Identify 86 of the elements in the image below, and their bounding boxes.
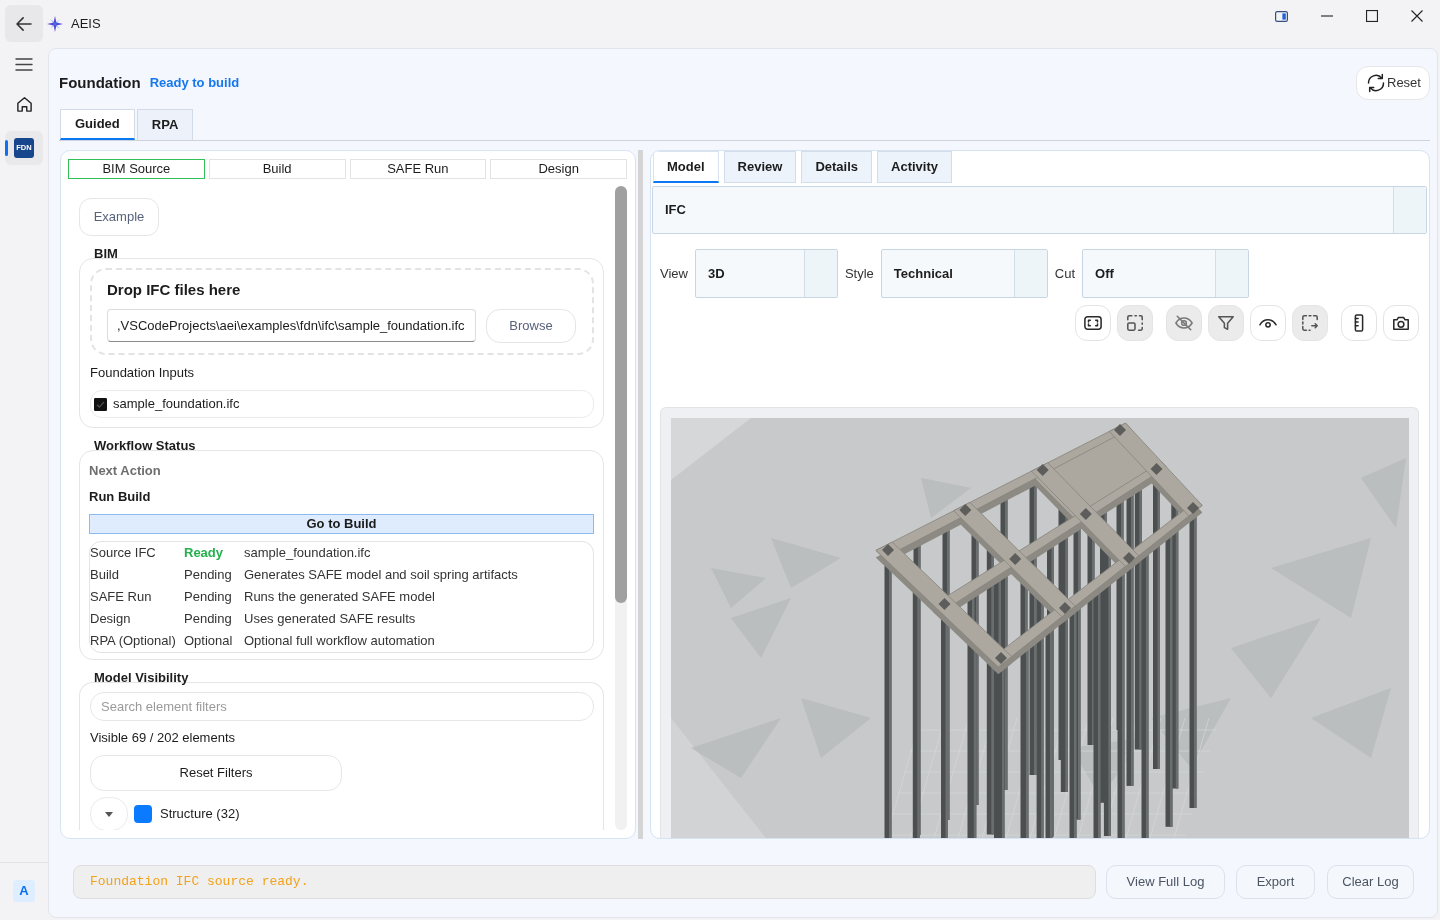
go-to-build-button[interactable]: Go to Build	[89, 514, 594, 534]
stage-detail: Uses generated SAFE results	[244, 611, 416, 627]
status-text: Optional	[184, 633, 233, 649]
tool-button[interactable]	[1383, 305, 1419, 341]
source-select[interactable]: IFC	[652, 186, 1427, 234]
stage-name: Design	[90, 611, 131, 627]
selection-indicator	[5, 140, 8, 156]
scrollbar-thumb[interactable]	[615, 186, 627, 603]
stage-name: Build	[90, 567, 119, 583]
drop-zone-title: Drop IFC files here	[107, 281, 242, 299]
maximize-icon[interactable]	[1365, 10, 1378, 22]
status-label: Ready to build	[149, 75, 240, 91]
stage-name: SAFE Run	[90, 589, 152, 605]
step-tab[interactable]: Design	[490, 159, 627, 179]
status-text: Ready	[184, 545, 224, 561]
stage-name: Source IFC	[90, 545, 156, 561]
eye-off-icon	[1175, 314, 1193, 332]
step-tab[interactable]: BIM Source	[68, 159, 205, 179]
stage-detail: sample_foundation.ifc	[244, 545, 371, 561]
frame-selection-icon	[1126, 314, 1144, 332]
file-path-field[interactable]: ,VSCodeProjects\aei\examples\fdn\ifc\sample_foundation.ifc	[107, 309, 476, 342]
log-action-button[interactable]: Export	[1236, 865, 1315, 899]
dropdown-select[interactable]: 3D	[694, 249, 838, 298]
status-text: Pending	[184, 611, 232, 627]
star-logo-icon	[47, 16, 63, 32]
file-list-item[interactable]: sample_foundation.ifc	[90, 390, 594, 418]
app-title: AEIS	[71, 16, 101, 32]
tool-button[interactable]	[1117, 305, 1153, 341]
fit-screen-icon	[1084, 314, 1102, 332]
caret-down-icon	[105, 811, 113, 817]
viewer-tab[interactable]: Details	[801, 151, 872, 183]
reset-filters-button[interactable]: Reset Filters	[90, 755, 342, 791]
group-label: Structure (32)	[160, 806, 240, 822]
select-label: View	[660, 265, 688, 282]
step-tab[interactable]: Build	[208, 159, 346, 179]
viewer-tab[interactable]: Review	[723, 151, 797, 183]
panel-toggle-icon[interactable]	[1275, 10, 1288, 22]
group-title: BIM	[94, 246, 118, 262]
group-title: Model Visibility	[94, 670, 189, 686]
tool-button[interactable]	[1292, 305, 1328, 341]
field-label: Next Action	[89, 463, 162, 479]
camera-icon	[1392, 314, 1410, 332]
file-name: sample_foundation.ifc	[113, 396, 240, 412]
back-button[interactable]	[5, 5, 43, 42]
page-title: Foundation	[59, 74, 141, 92]
log-message: Foundation IFC source ready.	[73, 865, 1096, 899]
status-text: Pending	[184, 567, 232, 583]
log-action-button[interactable]: View Full Log	[1106, 865, 1225, 899]
expand-toggle[interactable]	[90, 797, 128, 830]
step-tab[interactable]: SAFE Run	[349, 159, 487, 179]
dropdown-select[interactable]: Off	[1082, 249, 1250, 298]
refresh-icon	[1366, 73, 1386, 93]
checkbox[interactable]	[94, 397, 107, 411]
back-arrow-icon	[16, 16, 32, 31]
minimize-icon[interactable]	[1320, 15, 1333, 17]
reset-button[interactable]: Reset	[1356, 66, 1430, 100]
example-button[interactable]: Example	[79, 198, 159, 236]
account-avatar[interactable]: A	[13, 880, 35, 902]
status-text: Pending	[184, 589, 232, 605]
stage-detail: Generates SAFE model and soil spring artifacts	[244, 567, 518, 583]
visibility-summary: Visible 69 / 202 elements	[90, 730, 237, 746]
browse-button[interactable]: Browse	[486, 309, 576, 343]
dashed-selection-icon	[1301, 314, 1319, 332]
select-label: Cut	[1054, 265, 1076, 282]
search-field[interactable]: Search element filters	[90, 692, 594, 721]
tool-button[interactable]	[1341, 305, 1377, 341]
home-icon	[15, 95, 33, 113]
mode-tab[interactable]: RPA	[136, 109, 194, 140]
viewer-tab[interactable]: Activity	[877, 151, 952, 183]
select-label: Style	[844, 265, 874, 282]
stage-name: RPA (Optional)	[90, 633, 176, 649]
viewer-tab[interactable]: Model	[653, 151, 719, 183]
section-label: Foundation Inputs	[90, 365, 196, 381]
log-action-button[interactable]: Clear Log	[1327, 865, 1414, 899]
menu-icon	[15, 57, 33, 71]
next-action-text: Run Build	[89, 489, 152, 505]
group-title: Workflow Status	[94, 438, 196, 454]
mode-tab[interactable]: Guided	[60, 109, 135, 140]
stage-detail: Optional full workflow automation	[244, 633, 435, 649]
close-icon[interactable]	[1410, 10, 1423, 22]
tool-button[interactable]	[1075, 305, 1111, 341]
dropdown-select[interactable]: Technical	[880, 249, 1048, 298]
tool-button[interactable]	[1208, 305, 1244, 341]
tool-button[interactable]	[1250, 305, 1286, 341]
stage-detail: Runs the generated SAFE model	[244, 589, 435, 605]
filter-icon	[1217, 314, 1235, 332]
